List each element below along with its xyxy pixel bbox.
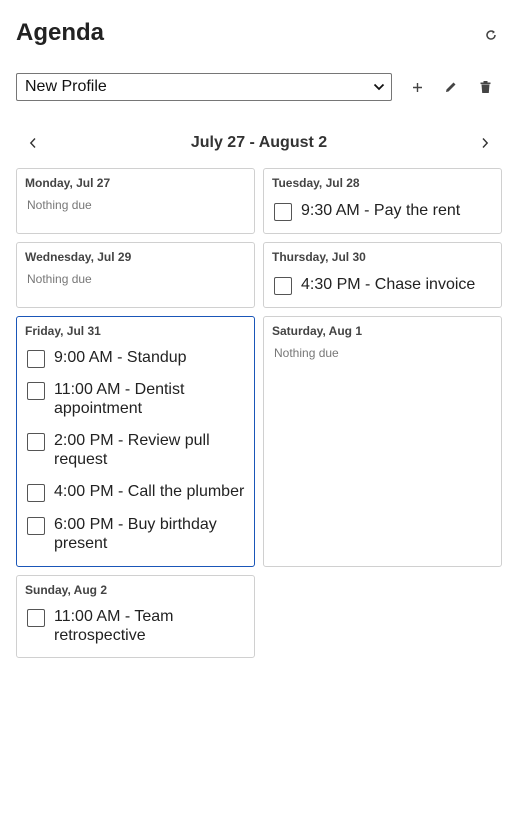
task-checkbox[interactable] (27, 433, 45, 451)
pencil-icon (446, 82, 456, 92)
day-title: Thursday, Jul 30 (272, 250, 366, 264)
task-label: 2:00 PM - Review pull request (54, 432, 210, 468)
day-title: Sunday, Aug 2 (25, 583, 108, 597)
task-label: 4:30 PM - Chase invoice (301, 276, 476, 293)
refresh-button[interactable] (480, 24, 502, 46)
task-item: 4:30 PM - Chase invoice (274, 275, 475, 295)
task-checkbox[interactable] (27, 484, 45, 502)
plus-icon (412, 82, 422, 92)
header: Agenda (16, 18, 502, 50)
task-item: 9:00 AM - Standup (27, 348, 242, 368)
task-label: 9:30 AM - Pay the rent (301, 202, 461, 219)
task-item: 4:00 PM - Call the plumber (27, 482, 257, 502)
edit-profile-button[interactable] (440, 76, 462, 98)
profile-select[interactable]: New Profile (16, 73, 392, 101)
task-label: 11:00 AM - Dentist appointment (54, 381, 185, 417)
week-navigator: July 27 - August 2 (16, 130, 502, 156)
day-title: Wednesday, Jul 29 (25, 250, 132, 264)
task-label: 11:00 AM - Team retrospective (54, 608, 174, 644)
day-card-thursday: Thursday, Jul 30 4:30 PM - Chase invoice (263, 242, 502, 308)
profile-select-value: New Profile (25, 78, 107, 95)
task-checkbox[interactable] (274, 203, 292, 221)
task-checkbox[interactable] (27, 350, 45, 368)
next-week-button[interactable] (474, 132, 496, 154)
task-item: 11:00 AM - Dentist appointment (27, 380, 242, 418)
day-card-sunday: Sunday, Aug 2 11:00 AM - Team retrospect… (16, 575, 255, 658)
nothing-due-label: Nothing due (274, 346, 339, 360)
day-card-friday: Friday, Jul 31 9:00 AM - Standup 11:00 A… (16, 316, 255, 567)
task-checkbox[interactable] (27, 382, 45, 400)
nothing-due-label: Nothing due (27, 198, 92, 212)
refresh-icon (486, 30, 496, 40)
task-label: 9:00 AM - Standup (54, 349, 187, 366)
profile-row: New Profile (16, 73, 502, 101)
task-checkbox[interactable] (27, 517, 45, 535)
day-card-wednesday: Wednesday, Jul 29 Nothing due (16, 242, 255, 308)
day-title: Tuesday, Jul 28 (272, 176, 360, 190)
trash-icon (480, 81, 490, 93)
task-checkbox[interactable] (274, 277, 292, 295)
chevron-right-icon (482, 138, 489, 148)
week-range-label: July 27 - August 2 (190, 134, 328, 151)
delete-profile-button[interactable] (474, 76, 496, 98)
chevron-down-icon (373, 83, 385, 91)
day-title: Monday, Jul 27 (25, 176, 111, 190)
task-item: 9:30 AM - Pay the rent (274, 201, 460, 221)
chevron-left-icon (29, 138, 36, 148)
task-label: 4:00 PM - Call the plumber (54, 483, 245, 500)
day-card-monday: Monday, Jul 27 Nothing due (16, 168, 255, 234)
day-card-saturday: Saturday, Aug 1 Nothing due (263, 316, 502, 567)
day-card-tuesday: Tuesday, Jul 28 9:30 AM - Pay the rent (263, 168, 502, 234)
task-label: 6:00 PM - Buy birthday present (54, 516, 217, 552)
page-title: Agenda (16, 19, 105, 46)
day-title: Saturday, Aug 1 (272, 324, 363, 338)
task-item: 2:00 PM - Review pull request (27, 431, 242, 469)
task-item: 6:00 PM - Buy birthday present (27, 515, 242, 553)
task-item: 11:00 AM - Team retrospective (27, 607, 227, 645)
previous-week-button[interactable] (22, 132, 44, 154)
add-profile-button[interactable] (406, 76, 428, 98)
day-title: Friday, Jul 31 (25, 324, 101, 338)
nothing-due-label: Nothing due (27, 272, 92, 286)
task-checkbox[interactable] (27, 609, 45, 627)
